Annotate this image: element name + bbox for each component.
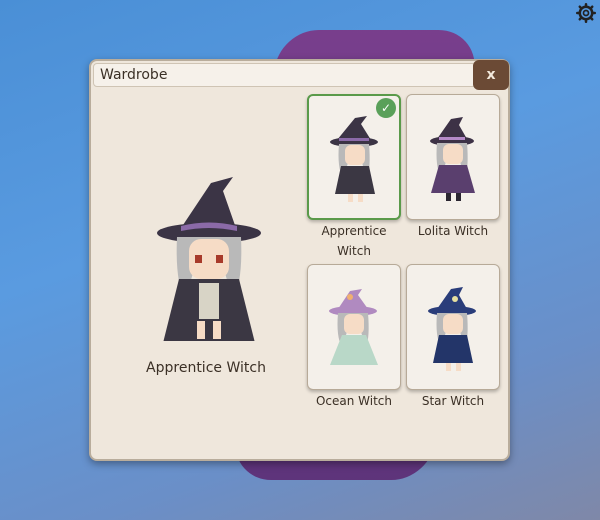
- star-witch-icon: [428, 287, 476, 371]
- outfit-label-ocean-witch: Ocean Witch: [315, 394, 393, 408]
- outfit-card-star-witch[interactable]: [406, 264, 500, 390]
- window-title: Wardrobe: [100, 67, 168, 83]
- gear-icon[interactable]: [576, 3, 596, 23]
- apprentice-witch-icon: [330, 116, 378, 202]
- lolita-witch-icon: [430, 117, 475, 201]
- close-button[interactable]: x: [473, 60, 509, 90]
- check-icon: ✓: [376, 98, 396, 118]
- outfit-label-lolita-witch: Lolita Witch: [417, 224, 489, 238]
- ocean-witch-icon: [329, 289, 378, 365]
- outfit-label-apprentice-witch: Apprentice Witch: [321, 224, 387, 258]
- wardrobe-window: Wardrobe x Apprentice Witch ✓ Apprentice…: [89, 59, 510, 461]
- character-preview: [157, 177, 261, 341]
- outfit-card-ocean-witch[interactable]: [307, 264, 401, 390]
- outfit-card-lolita-witch[interactable]: [406, 94, 500, 220]
- preview-label: Apprentice Witch: [146, 360, 266, 376]
- window-titlebar: Wardrobe: [93, 63, 476, 87]
- outfit-label-star-witch: Star Witch: [421, 394, 485, 408]
- outfit-card-apprentice-witch[interactable]: ✓: [307, 94, 401, 220]
